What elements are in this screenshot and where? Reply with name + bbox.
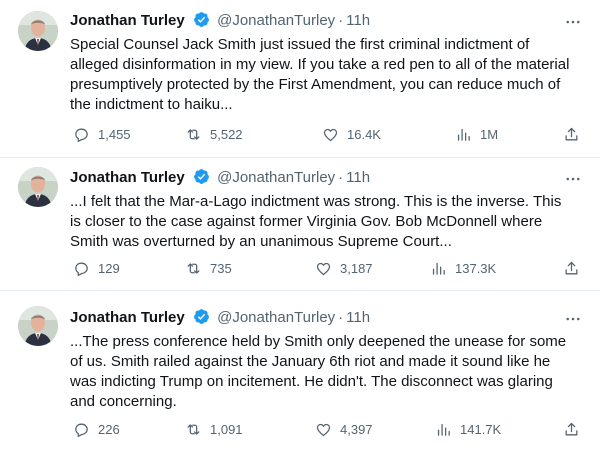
avatar[interactable]: [18, 306, 58, 346]
like-count: 4,397: [340, 422, 373, 437]
views-chart-icon: [437, 423, 450, 436]
tweet-actions: 129 735 3,187 137.3K: [70, 259, 585, 279]
author-name[interactable]: Jonathan Turley: [70, 12, 185, 29]
author-handle[interactable]: @JonathanTurley: [217, 169, 335, 186]
reply-button[interactable]: 129: [73, 259, 120, 279]
tweet-text: ...The press conference held by Smith on…: [70, 333, 567, 410]
reply-button[interactable]: 1,455: [73, 125, 131, 145]
reply-icon: [75, 262, 88, 277]
tweet-header: Jonathan Turley @JonathanTurley · 11h: [70, 168, 370, 188]
avatar[interactable]: [18, 11, 58, 51]
retweet-button[interactable]: 5,522: [185, 125, 243, 145]
separator: ·: [338, 309, 344, 326]
view-count: 141.7K: [460, 422, 502, 437]
like-count: 3,187: [340, 261, 373, 276]
verified-badge-icon: [193, 12, 209, 27]
heart-icon: [323, 128, 338, 142]
like-button[interactable]: 4,397: [315, 420, 373, 440]
views-button[interactable]: 141.7K: [435, 420, 501, 440]
reply-count: 129: [98, 261, 120, 276]
tweet-header: Jonathan Turley @JonathanTurley · 11h: [70, 308, 370, 328]
retweet-icon: [187, 263, 200, 274]
tweet[interactable]: Jonathan Turley @JonathanTurley · 11h ...I…: [0, 157, 600, 291]
view-count: 137.3K: [455, 261, 497, 276]
views-button[interactable]: 137.3K: [430, 259, 496, 279]
views-chart-icon: [457, 128, 470, 141]
timestamp[interactable]: 11h: [346, 12, 370, 29]
author-name[interactable]: Jonathan Turley: [70, 309, 185, 326]
tweet-text: ...I felt that the Mar-a-Lago indictment…: [70, 193, 562, 250]
retweet-icon: [187, 129, 200, 140]
tweet-header: Jonathan Turley @JonathanTurley · 11h: [70, 11, 370, 31]
view-count: 1M: [480, 127, 499, 142]
tweet-actions: 1,455 5,522 16.4K 1M: [70, 125, 585, 145]
views-chart-icon: [432, 262, 445, 275]
separator: ·: [338, 12, 344, 29]
share-icon: [565, 422, 578, 436]
reply-count: 1,455: [98, 127, 131, 142]
timestamp[interactable]: 11h: [346, 309, 370, 326]
more-options-icon[interactable]: [564, 170, 582, 188]
tweet[interactable]: Jonathan Turley @JonathanTurley · 11h Spec…: [0, 0, 600, 158]
retweet-button[interactable]: 1,091: [185, 420, 243, 440]
avatar[interactable]: [18, 167, 58, 207]
retweet-button[interactable]: 735: [185, 259, 232, 279]
retweet-count: 5,522: [210, 127, 243, 142]
separator: ·: [338, 169, 344, 186]
reply-button[interactable]: 226: [73, 420, 120, 440]
reply-count: 226: [98, 422, 120, 437]
more-options-icon[interactable]: [564, 13, 582, 31]
tweet-actions: 226 1,091 4,397 141.7K: [70, 420, 585, 440]
retweet-count: 1,091: [210, 422, 243, 437]
tweet[interactable]: Jonathan Turley @JonathanTurley · 11h ...T…: [0, 290, 600, 453]
author-handle[interactable]: @JonathanTurley: [217, 309, 335, 326]
verified-badge-icon: [193, 169, 209, 184]
author-handle[interactable]: @JonathanTurley: [217, 12, 335, 29]
retweet-icon: [187, 424, 200, 435]
reply-icon: [75, 423, 88, 438]
heart-icon: [316, 262, 331, 276]
reply-icon: [75, 128, 88, 143]
heart-icon: [316, 423, 331, 437]
like-button[interactable]: 16.4K: [322, 125, 381, 145]
like-count: 16.4K: [347, 127, 381, 142]
timestamp[interactable]: 11h: [346, 169, 370, 186]
views-button[interactable]: 1M: [455, 125, 498, 145]
verified-badge-icon: [193, 309, 209, 324]
retweet-count: 735: [210, 261, 232, 276]
share-icon: [565, 127, 578, 141]
share-icon: [565, 261, 578, 275]
tweet-text: Special Counsel Jack Smith just issued t…: [70, 36, 570, 113]
more-options-icon[interactable]: [564, 310, 582, 328]
share-button[interactable]: [563, 259, 588, 279]
share-button[interactable]: [563, 420, 588, 440]
share-button[interactable]: [563, 125, 588, 145]
author-name[interactable]: Jonathan Turley: [70, 169, 185, 186]
tweet-thread: Jonathan Turley @JonathanTurley · 11h Spec…: [0, 0, 600, 453]
like-button[interactable]: 3,187: [315, 259, 373, 279]
